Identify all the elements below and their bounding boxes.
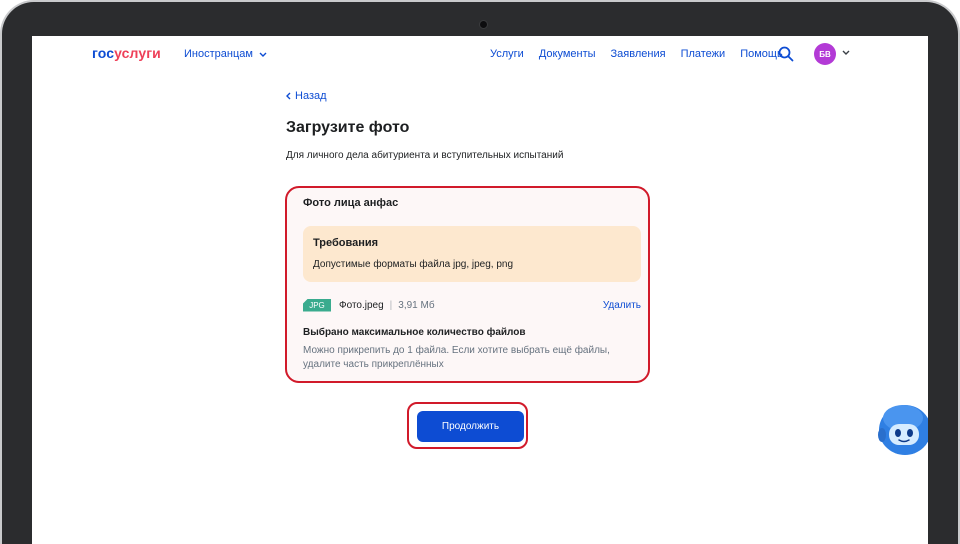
- browser-screen: госуслуги Иностранцам Услуги Документы З…: [32, 36, 928, 544]
- nav-applications[interactable]: Заявления: [611, 48, 666, 60]
- file-size: 3,91 Мб: [398, 299, 435, 311]
- camera-dot: [479, 20, 488, 29]
- jpg-file-badge: JPG: [303, 298, 331, 312]
- nav-payments[interactable]: Платежи: [681, 48, 726, 60]
- search-icon[interactable]: [778, 46, 794, 62]
- max-files-text: Можно прикрепить до 1 файла. Если хотите…: [303, 345, 610, 370]
- site-header: госуслуги Иностранцам Услуги Документы З…: [32, 36, 928, 74]
- requirements-text: Допустимые форматы файла jpg, jpeg, png: [313, 259, 514, 270]
- back-link[interactable]: Назад: [286, 90, 327, 102]
- continue-button[interactable]: Продолжить: [417, 411, 524, 442]
- nav-documents[interactable]: Документы: [539, 48, 596, 60]
- uploaded-file-row: JPG Фото.jpeg | 3,91 Мб Удалить: [303, 297, 641, 313]
- continue-button-highlight: Продолжить: [407, 402, 528, 449]
- nav-services[interactable]: Услуги: [490, 48, 524, 60]
- assistant-robot-icon[interactable]: [877, 401, 928, 456]
- page-subtitle: Для личного дела абитуриента и вступител…: [286, 150, 564, 161]
- user-avatar[interactable]: БВ: [814, 43, 836, 65]
- back-label: Назад: [295, 90, 327, 102]
- foreigners-menu[interactable]: Иностранцам: [184, 48, 267, 60]
- nav-help[interactable]: Помощь: [740, 48, 783, 60]
- photo-upload-card: Фото лица анфас Требования Допустимые фо…: [285, 186, 650, 383]
- requirements-box: Требования Допустимые форматы файла jpg,…: [303, 226, 641, 282]
- max-files-title: Выбрано максимальное количество файлов: [303, 327, 526, 338]
- gosuslugi-logo[interactable]: госуслуги: [92, 45, 161, 61]
- file-name: Фото.jpeg: [339, 299, 384, 311]
- upload-section-title: Фото лица анфас: [303, 197, 399, 209]
- page-title: Загрузите фото: [286, 119, 410, 136]
- foreigners-label: Иностранцам: [184, 48, 253, 60]
- chevron-down-icon: [259, 52, 267, 57]
- logo-part-uslugi: услуги: [114, 45, 161, 61]
- main-nav: Услуги Документы Заявления Платежи Помощ…: [490, 48, 783, 60]
- chevron-left-icon: [286, 92, 291, 100]
- chevron-down-icon[interactable]: [842, 50, 850, 55]
- logo-part-gos: гос: [92, 45, 115, 61]
- requirements-title: Требования: [313, 237, 379, 249]
- delete-file-link[interactable]: Удалить: [603, 300, 641, 311]
- file-separator: |: [389, 299, 393, 311]
